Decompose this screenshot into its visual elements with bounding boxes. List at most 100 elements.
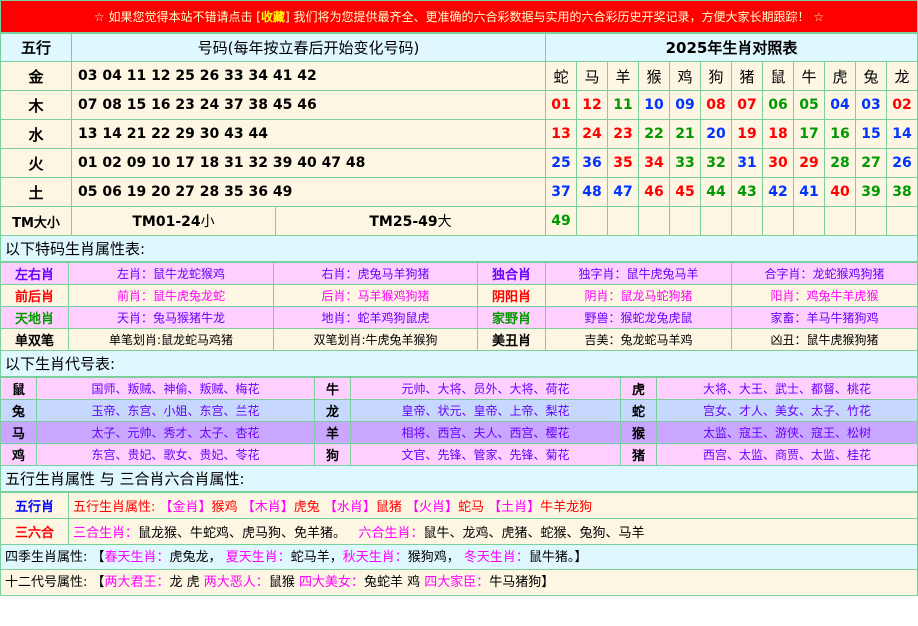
zodiac-number: 26 (886, 148, 918, 178)
spring-value: 虎兔龙， (169, 550, 222, 565)
zodiac-codes: 元帅、大将、员外、大将、荷花 (350, 377, 621, 400)
autumn-value: 猴狗鸡， (407, 550, 460, 565)
liuhe-value: 鼠牛、龙鸡、虎猪、蛇猴、兔狗、马羊 (423, 526, 645, 541)
zodiac-name: 狗 (314, 443, 351, 466)
animal-header: 蛇 (545, 61, 577, 91)
attr-value: 后肖：马羊猴鸡狗猪 (273, 284, 478, 307)
attr-key: 独合肖 (477, 262, 546, 285)
animal-header: 龙 (886, 61, 918, 91)
row-shui: 水 13 14 21 22 29 30 43 44 13 24 23 22 21 20 19… (0, 119, 918, 149)
row-jin: 金 03 04 11 12 25 26 33 34 41 42 蛇 马 羊 猴 … (0, 61, 918, 91)
zodiac-number: 18 (762, 119, 794, 149)
liuhe-label: 六合生肖： (358, 526, 424, 541)
zodiac-number: 02 (886, 90, 918, 120)
wuxing-table: 五行 号码(每年按立春后开始变化号码) 2025年生肖对照表 金 03 04 1… (0, 33, 918, 236)
element-label: 金 (0, 61, 72, 91)
col-wuxing-header: 五行 (0, 33, 72, 62)
zodiac-number: 38 (886, 177, 918, 207)
attr-value: 天肖：兔马猴猪牛龙 (68, 306, 274, 329)
zodiac-number: 40 (824, 177, 856, 207)
zodiac-number: 20 (700, 119, 732, 149)
empty-cell (762, 206, 794, 236)
element-label: 木 (0, 90, 72, 120)
attr-value: 凶丑：鼠牛虎猴狗猪 (731, 328, 918, 351)
tm-label: TM大小 (0, 206, 72, 236)
empty-cell (700, 206, 732, 236)
element-numbers: 05 06 19 20 27 28 35 36 49 (71, 177, 546, 207)
attr-value: 阳肖：鸡兔牛羊虎猴 (731, 284, 918, 307)
zodiac-codes: 宫女、才人、美女、太子、竹花 (656, 399, 918, 422)
zodiac-number: 03 (855, 90, 887, 120)
favorite-link[interactable]: 收藏 (261, 10, 285, 24)
zodiac-number: 10 (638, 90, 670, 120)
attr-value: 家畜：羊马牛猪狗鸡 (731, 306, 918, 329)
animal-header: 狗 (700, 61, 732, 91)
zodiac-number: 01 (545, 90, 577, 120)
twelve-label: 四大家臣： (424, 575, 490, 590)
spring-label: 春天生肖： (104, 550, 170, 565)
zodiac-number: 35 (607, 148, 639, 178)
wuxing-row: 五行肖 五行生肖属性: 【金肖】猴鸡 【木肖】虎兔 【水肖】鼠猪 【火肖】蛇马 … (0, 492, 918, 519)
element-label: 水 (0, 119, 72, 149)
zodiac-number: 15 (855, 119, 887, 149)
tm-big-text: 大 (437, 214, 452, 230)
zodiac-name: 龙 (314, 399, 351, 422)
zodiac-number: 48 (576, 177, 608, 207)
row-tu: 土 05 06 19 20 27 28 35 36 49 37 48 47 46 45 4… (0, 177, 918, 207)
attr-row: 单双笔 单笔划肖:鼠龙蛇马鸡猪 双笔划肖:牛虎兔羊猴狗 美丑肖 吉美：兔龙蛇马羊… (0, 328, 918, 351)
banner-post: ] 我们将为您提供最齐全、更准确的六合彩数据与实用的六合彩历史开奖记录，方便大家… (285, 10, 825, 24)
zodiac-number: 22 (638, 119, 670, 149)
sanliu-key: 三六合 (0, 518, 69, 545)
zodiac-name: 鸡 (0, 443, 37, 466)
twelve-value: 兔蛇羊 鸡 (363, 575, 425, 590)
wx-item-label: 【水肖】 (323, 500, 376, 515)
empty-cell (576, 206, 608, 236)
attr-value: 双笔划肖:牛虎兔羊猴狗 (273, 328, 478, 351)
zodiac-name: 虎 (620, 377, 657, 400)
zodiac-number: 43 (731, 177, 763, 207)
attr-key: 阴阳肖 (477, 284, 546, 307)
banner-pre: ☆ 如果您觉得本站不错请点击 [ (93, 10, 261, 24)
wuxing-attr-table: 五行肖 五行生肖属性: 【金肖】猴鸡 【木肖】虎兔 【水肖】鼠猪 【火肖】蛇马 … (0, 492, 918, 545)
zodiac-number: 33 (669, 148, 701, 178)
season-row: 四季生肖属性: 【春天生肖：虎兔龙， 夏天生肖：蛇马羊，秋天生肖：猴狗鸡， 冬天… (0, 545, 918, 570)
page: ☆ 如果您觉得本站不错请点击 [收藏] 我们将为您提供最齐全、更准确的六合彩数据… (0, 0, 918, 626)
sanhe-label: 三合生肖： (73, 526, 139, 541)
row-mu: 木 07 08 15 16 23 24 37 38 45 46 01 12 11 10… (0, 90, 918, 120)
tm-small-text: 小 (200, 214, 215, 230)
notice-banner: ☆ 如果您觉得本站不错请点击 [收藏] 我们将为您提供最齐全、更准确的六合彩数据… (0, 0, 918, 33)
empty-cell (824, 206, 856, 236)
element-numbers: 03 04 11 12 25 26 33 34 41 42 (71, 61, 546, 91)
zodiac-number: 11 (607, 90, 639, 120)
attr-value: 阴肖：鼠龙马蛇狗猪 (545, 284, 732, 307)
zodiac-number: 45 (669, 177, 701, 207)
col-numbers-header: 号码(每年按立春后开始变化号码) (71, 33, 546, 62)
code-row: 鸡 东宫、贵妃、歌女、贵妃、苓花 狗 文官、先锋、管家、先锋、菊花 猪 西宫、太… (0, 443, 918, 466)
wx-item-value: 鼠猪 (375, 500, 406, 515)
empty-cell (886, 206, 918, 236)
zodiac-codes: 太监、寇王、游侠、寇王、松树 (656, 421, 918, 444)
zodiac-number: 42 (762, 177, 794, 207)
zodiac-number: 12 (576, 90, 608, 120)
zodiac-codes: 国师、叛贼、神偷、叛贼、梅花 (36, 377, 315, 400)
attr-value: 单笔划肖:鼠龙蛇马鸡猪 (68, 328, 274, 351)
zodiac-codes: 文官、先锋、管家、先锋、菊花 (350, 443, 621, 466)
animal-header: 鼠 (762, 61, 794, 91)
autumn-label: 秋天生肖： (342, 550, 408, 565)
zodiac-number: 23 (607, 119, 639, 149)
attr-row: 左右肖 左肖：鼠牛龙蛇猴鸡 右肖：虎兔马羊狗猪 独合肖 独字肖：鼠牛虎兔马羊 合… (0, 262, 918, 285)
attr-value: 独字肖：鼠牛虎兔马羊 (545, 262, 732, 285)
tm-big: TM25-49大 (275, 206, 546, 236)
zodiac-codes: 皇帝、状元、皇帝、上帝、梨花 (350, 399, 621, 422)
zodiac-number: 34 (638, 148, 670, 178)
animal-header: 马 (576, 61, 608, 91)
zodiac-codes: 西宫、太监、商贾、太监、桂花 (656, 443, 918, 466)
zodiac-name: 牛 (314, 377, 351, 400)
attr-key: 左右肖 (0, 262, 69, 285)
zodiac-number: 06 (762, 90, 794, 120)
tm-extra-number: 49 (545, 206, 577, 236)
zodiac-number: 19 (731, 119, 763, 149)
attr-value: 野兽：猴蛇龙兔虎鼠 (545, 306, 732, 329)
code-row: 马 太子、元帅、秀才、太子、杏花 羊 相将、西宫、夫人、西宫、樱花 猴 太监、寇… (0, 421, 918, 444)
season-lead: 四季生肖属性: 【 (5, 550, 105, 565)
